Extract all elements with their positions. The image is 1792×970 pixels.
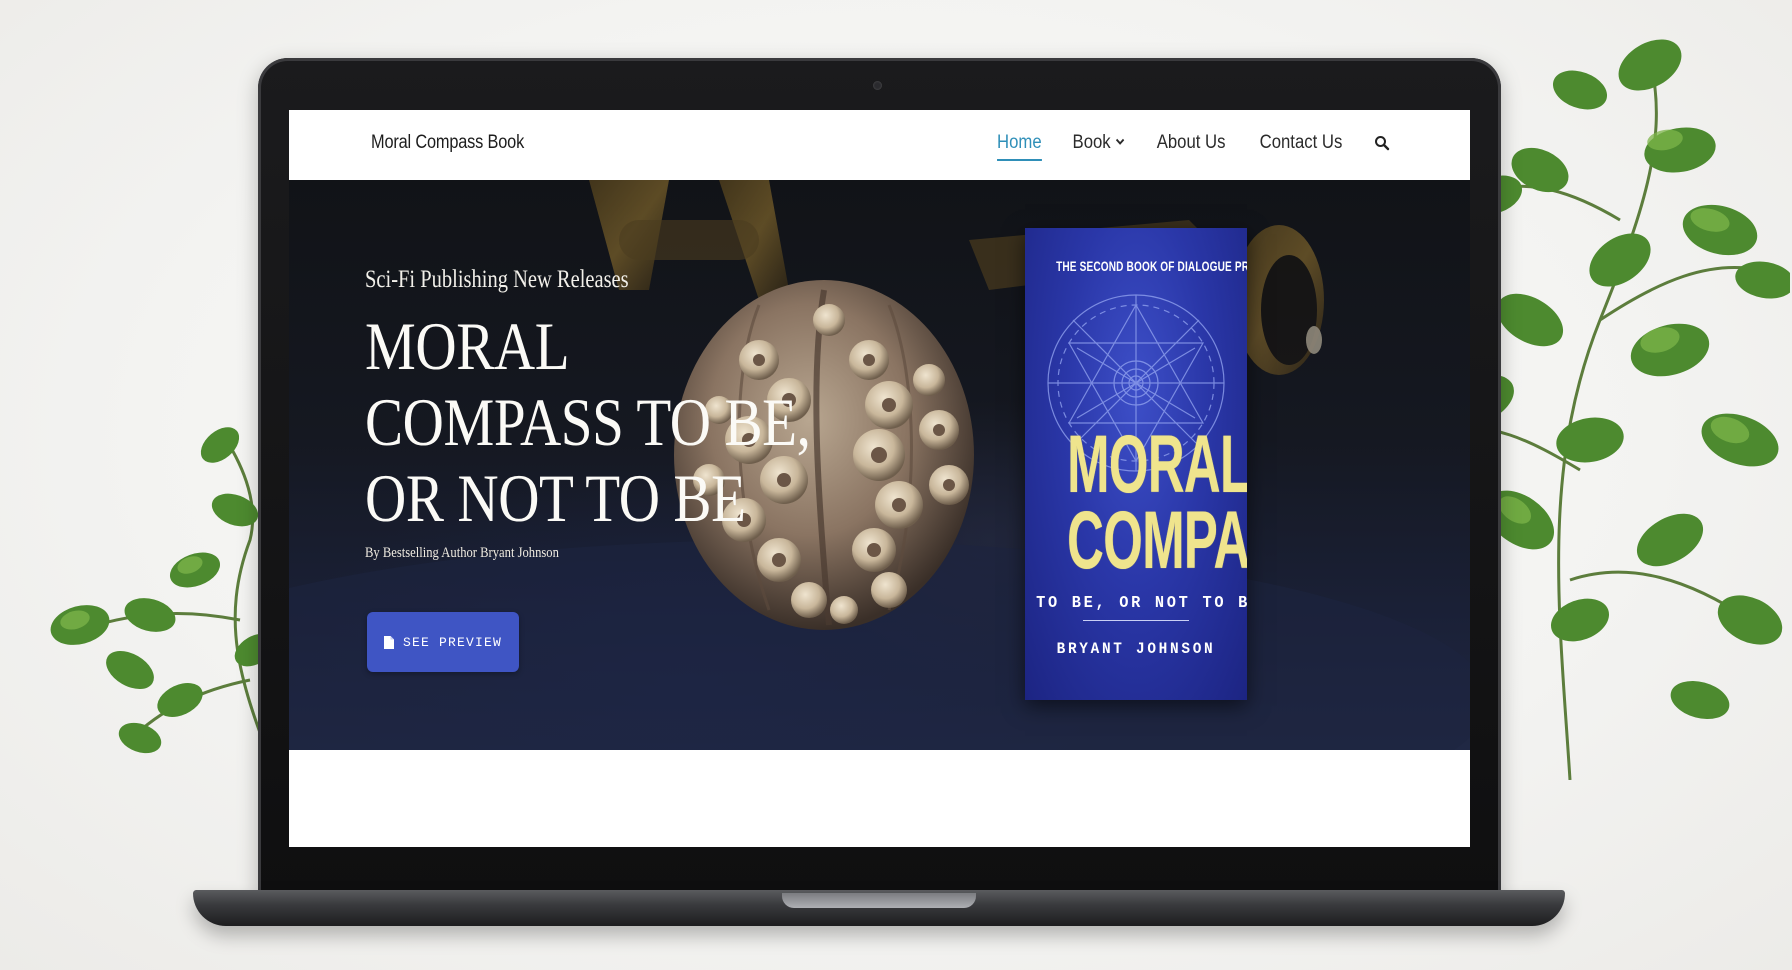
hero-section: Sci-Fi Publishing New Releases MORAL COM… (289, 180, 1470, 750)
see-preview-button[interactable]: SEE PREVIEW (367, 612, 519, 672)
nav-book-label: Book (1072, 132, 1111, 153)
nav-about[interactable]: About Us (1157, 132, 1226, 154)
document-icon (383, 635, 394, 649)
search-icon[interactable] (1374, 135, 1390, 151)
book-cover-title-line1: MORAL (1067, 419, 1247, 510)
laptop-screen: Moral Compass Book Home Book About Us Co… (289, 110, 1470, 847)
book-cover-image: THE SECOND BOOK OF DIALOGUE PROMPT MORAL… (1025, 228, 1247, 700)
nav-home-label: Home (996, 132, 1042, 153)
nav-book[interactable]: Book (1072, 132, 1125, 154)
laptop-trackpad-notch (782, 893, 976, 908)
plant-decoration-left (50, 427, 276, 760)
book-cover-author: BRYANT JOHNSON (1056, 640, 1216, 658)
see-preview-label: SEE PREVIEW (402, 634, 502, 650)
nav-about-label: About Us (1156, 132, 1226, 153)
book-cover-top-text: THE SECOND BOOK OF DIALOGUE PROMPT (1056, 258, 1247, 274)
nav-contact-label: Contact Us (1259, 132, 1343, 153)
site-header: Moral Compass Book Home Book About Us Co… (289, 110, 1470, 180)
nav-home[interactable]: Home (996, 132, 1042, 161)
laptop-camera (873, 81, 882, 90)
site-brand[interactable]: Moral Compass Book (371, 132, 524, 154)
nav-contact[interactable]: Contact Us (1260, 132, 1343, 154)
hero-title: MORAL COMPASS TO BE, OR NOT TO BE (365, 308, 811, 536)
chevron-down-icon (1115, 135, 1125, 149)
content-area (289, 750, 1470, 847)
book-cover-subtitle: TO BE, OR NOT TO BE (1036, 594, 1247, 613)
book-cover-divider (1083, 620, 1189, 621)
hero-byline: By Bestselling Author Bryant Johnson (365, 545, 559, 561)
main-nav: Home Book About Us Contact Us (970, 132, 1390, 161)
book-cover-title-line2: COMPASS (1067, 495, 1247, 586)
hero-subtitle: Sci-Fi Publishing New Releases (365, 266, 629, 293)
